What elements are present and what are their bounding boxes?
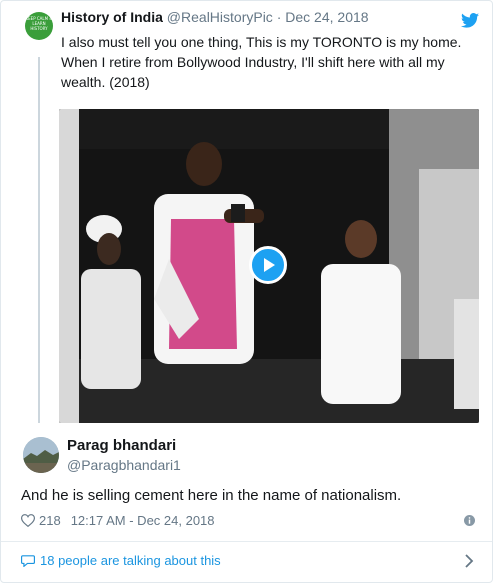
- reply-author-name[interactable]: Parag bhandari: [67, 437, 176, 454]
- heart-icon[interactable]: [21, 514, 35, 527]
- talking-text[interactable]: 18 people are talking about this: [40, 553, 221, 568]
- tweet-header: History of India @RealHistoryPic · Dec 2…: [61, 9, 369, 25]
- separator-dot: ·: [276, 9, 282, 25]
- avatar-landscape: [23, 437, 59, 473]
- footer-divider: [1, 541, 492, 542]
- author-name[interactable]: History of India: [61, 9, 163, 25]
- avatar-text: KEEP CALM & LEARN HISTORY: [25, 16, 53, 31]
- play-icon: [264, 258, 275, 272]
- reply-meta: 218 12:17 AM - Dec 24, 2018: [21, 513, 215, 528]
- talking-link[interactable]: 18 people are talking about this: [21, 553, 221, 568]
- info-icon[interactable]: [464, 515, 475, 526]
- reply-author-avatar[interactable]: [23, 437, 59, 473]
- twitter-bird-icon[interactable]: [461, 13, 479, 28]
- comment-bubble-icon: [21, 555, 35, 567]
- author-handle[interactable]: @RealHistoryPic: [167, 9, 273, 25]
- play-button[interactable]: [249, 246, 287, 284]
- reply-timestamp[interactable]: 12:17 AM - Dec 24, 2018: [71, 513, 215, 528]
- video-player[interactable]: [59, 109, 479, 423]
- tweet-text: I also must tell you one thing, This is …: [61, 34, 462, 90]
- chevron-right-icon[interactable]: [464, 554, 474, 568]
- reply-text: And he is selling cement here in the nam…: [21, 487, 402, 504]
- tweet-date[interactable]: Dec 24, 2018: [285, 9, 368, 25]
- author-avatar[interactable]: KEEP CALM & LEARN HISTORY: [25, 12, 53, 40]
- thread-line: [38, 57, 40, 423]
- tweet-card: KEEP CALM & LEARN HISTORY History of Ind…: [0, 0, 493, 583]
- reply-author-handle[interactable]: @Paragbhandari1: [67, 457, 181, 473]
- like-count: 218: [39, 513, 61, 528]
